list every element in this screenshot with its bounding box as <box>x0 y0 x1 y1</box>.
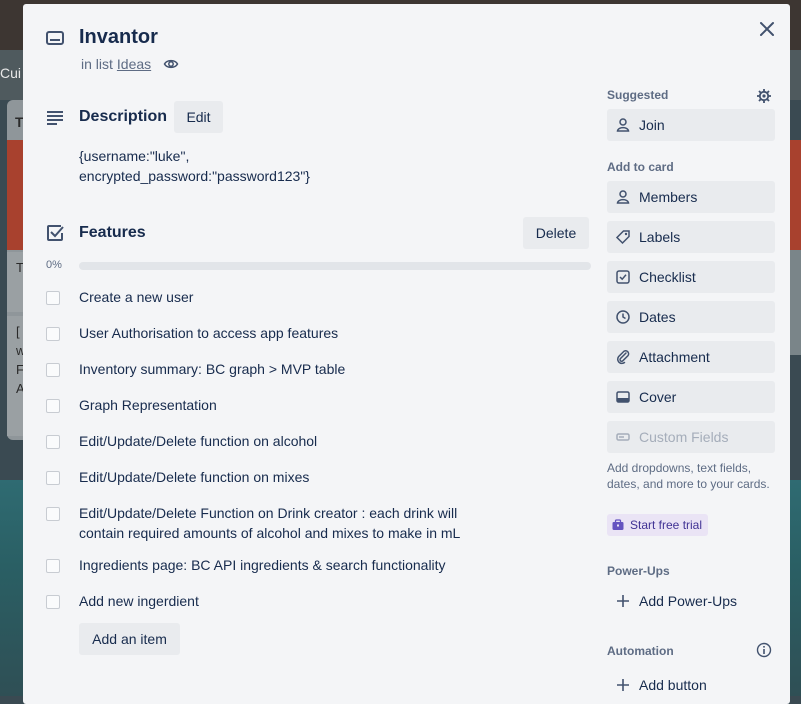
checklist-item-checkbox[interactable] <box>46 363 60 377</box>
description-heading: Description <box>79 108 168 125</box>
checklist-item-checkbox[interactable] <box>46 399 60 413</box>
briefcase-icon <box>612 519 624 530</box>
checklist-item-checkbox[interactable] <box>46 471 60 485</box>
checklist-item-text[interactable]: Add new ingerdient <box>79 591 499 611</box>
checklist-item-checkbox[interactable] <box>46 559 60 573</box>
plus-icon <box>617 679 629 691</box>
in-list-prefix: in list <box>81 56 113 72</box>
description-text[interactable]: {username:"luke", encrypted_password:"pa… <box>79 146 310 186</box>
tag-icon <box>615 230 630 245</box>
labels-label: Labels <box>639 229 681 245</box>
checklist-label: Checklist <box>639 269 696 285</box>
paperclip-icon <box>616 350 630 365</box>
checklist-item-text[interactable]: User Authorisation to access app feature… <box>79 323 499 343</box>
checklist-progress-percent: 0% <box>46 259 62 271</box>
checklist-item-text[interactable]: Edit/Update/Delete Function on Drink cre… <box>79 503 499 543</box>
members-label: Members <box>639 189 698 205</box>
add-button-button[interactable]: Add button <box>607 669 707 701</box>
clock-icon <box>616 310 630 324</box>
automation-heading: Automation <box>607 644 674 658</box>
card-cover-icon <box>616 391 630 403</box>
custom-fields-label: Custom Fields <box>639 429 729 445</box>
close-icon[interactable] <box>756 18 778 40</box>
card-icon <box>46 31 64 45</box>
description-icon <box>47 111 63 125</box>
checklist-item-text[interactable]: Edit/Update/Delete function on alcohol <box>79 431 499 451</box>
plus-icon <box>617 595 629 607</box>
powerups-heading: Power-Ups <box>607 564 670 578</box>
card-detail-modal: Invantor in list Ideas Description Edit … <box>23 4 790 704</box>
custom-fields-note: Add dropdowns, text fields, dates, and m… <box>607 461 770 491</box>
description-line: encrypted_password:"password123"} <box>79 168 310 184</box>
add-powerups-label: Add Power-Ups <box>639 593 738 609</box>
join-button[interactable]: Join <box>607 109 775 141</box>
custom-fields-icon <box>616 433 630 441</box>
dates-button[interactable]: Dates <box>607 301 775 333</box>
checklist-item-checkbox[interactable] <box>46 327 60 341</box>
checkbox-icon <box>616 270 630 284</box>
attachment-label: Attachment <box>639 349 710 365</box>
checklist-item-text[interactable]: Edit/Update/Delete function on mixes <box>79 467 499 487</box>
add-powerups-button[interactable]: Add Power-Ups <box>607 585 737 617</box>
cover-label: Cover <box>639 389 677 405</box>
checklist-button[interactable]: Checklist <box>607 261 775 293</box>
cover-button[interactable]: Cover <box>607 381 775 413</box>
start-free-trial-label: Start free trial <box>630 518 703 532</box>
members-button[interactable]: Members <box>607 181 775 213</box>
join-label: Join <box>639 117 665 133</box>
suggested-heading: Suggested <box>607 88 669 102</box>
add-button-label: Add button <box>639 677 707 693</box>
start-free-trial-button[interactable]: Start free trial <box>607 514 709 536</box>
custom-fields-button[interactable]: Custom Fields <box>607 421 775 453</box>
attachment-button[interactable]: Attachment <box>607 341 775 373</box>
labels-button[interactable]: Labels <box>607 221 775 253</box>
checklist-item-text[interactable]: Graph Representation <box>79 395 499 415</box>
add-item-button[interactable]: Add an item <box>79 623 180 655</box>
person-icon <box>616 118 630 132</box>
add-to-card-heading: Add to card <box>607 160 674 174</box>
card-title[interactable]: Invantor <box>79 26 158 49</box>
person-icon <box>616 190 630 204</box>
checklist-icon <box>47 225 64 241</box>
checklist-item-checkbox[interactable] <box>46 595 60 609</box>
checklist-item-checkbox[interactable] <box>46 435 60 449</box>
checklist-heading[interactable]: Features <box>79 224 146 242</box>
delete-checklist-button[interactable]: Delete <box>523 217 589 249</box>
board-name-fragment: Cui <box>0 65 22 81</box>
checklist-item-text[interactable]: Create a new user <box>79 287 499 307</box>
info-icon[interactable] <box>756 642 772 658</box>
description-line: {username:"luke", <box>79 148 190 164</box>
list-link[interactable]: Ideas <box>117 56 151 72</box>
gear-icon[interactable] <box>756 88 772 104</box>
checklist-item-checkbox[interactable] <box>46 507 60 521</box>
eye-icon[interactable] <box>163 56 179 72</box>
dates-label: Dates <box>639 309 676 325</box>
checklist-progress-bar <box>79 262 591 270</box>
checklist-item-text[interactable]: Inventory summary: BC graph > MVP table <box>79 359 499 379</box>
card-list-info: in list Ideas <box>81 56 179 72</box>
checklist-item-text[interactable]: Ingredients page: BC API ingredients & s… <box>79 555 499 575</box>
edit-description-button[interactable]: Edit <box>174 101 223 133</box>
checklist-item-checkbox[interactable] <box>46 291 60 305</box>
